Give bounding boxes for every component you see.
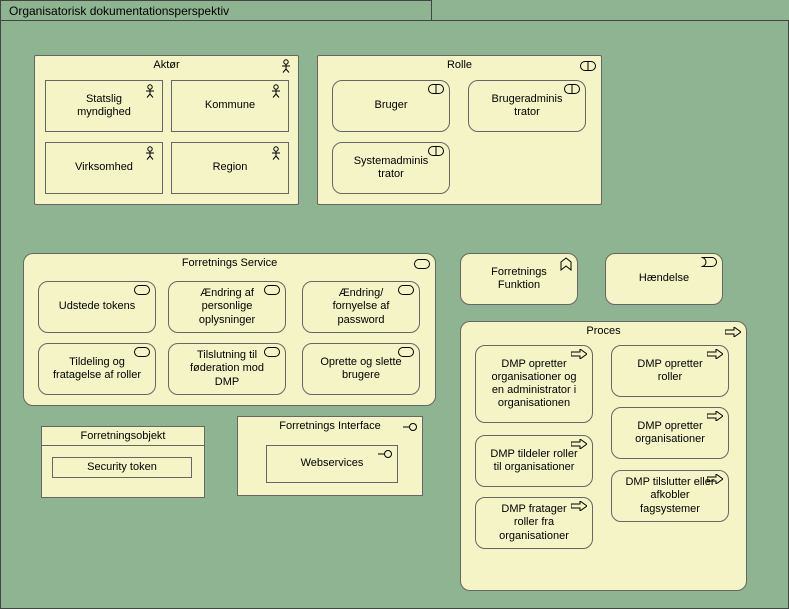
service-icon: [264, 285, 280, 295]
service-aendring: Ændring af personlige oplysninger: [168, 281, 286, 333]
aktor-region-label: Region: [213, 161, 248, 174]
rolle-sysadmin: Systemadminis trator: [332, 142, 450, 194]
forretningsfunktion-label: Forretnings Funktion: [479, 266, 559, 292]
rolle-brugeradmin-label: Brugeradminis trator: [482, 93, 572, 119]
forretningsservice-container: Forretnings Service Udstede tokens Ændri…: [23, 253, 436, 406]
aktor-virksomhed: Virksomhed: [45, 142, 163, 194]
proces-p2-label: DMP opretter roller: [625, 358, 715, 384]
proces-p2: DMP opretter roller: [611, 345, 729, 397]
rolle-bruger: Bruger: [332, 80, 450, 132]
service-tildeling: Tildeling og fratagelse af roller: [38, 343, 156, 395]
forretningsinterface-webservices-label: Webservices: [301, 457, 364, 470]
service-udstede-label: Udstede tokens: [59, 300, 135, 313]
aktor-virksomhed-label: Virksomhed: [75, 161, 133, 174]
service-icon: [264, 347, 280, 357]
service-oprette: Oprette og slette brugere: [302, 343, 420, 395]
interface-icon: [403, 422, 417, 432]
forretningsservice-title: Forretnings Service: [24, 257, 435, 269]
service-icon: [134, 347, 150, 357]
process-icon: [725, 327, 741, 337]
service-tildeling-label: Tildeling og fratagelse af roller: [52, 356, 142, 382]
proces-p3: DMP opretter organisationer: [611, 407, 729, 459]
proces-p5: DMP tilslutter eller afkobler fagsysteme…: [611, 470, 729, 522]
forretningsinterface-container: Forretnings Interface Webservices: [237, 416, 423, 496]
interface-icon: [378, 449, 392, 459]
function-icon: [560, 257, 572, 271]
process-icon: [707, 411, 723, 421]
service-fornyelse-label: Ændring/ fornyelse af password: [316, 287, 406, 327]
role-icon: [564, 84, 580, 94]
actor-icon: [269, 146, 283, 160]
forretningsinterface-webservices: Webservices: [266, 445, 398, 483]
proces-p3-label: DMP opretter organisationer: [625, 420, 715, 446]
service-udstede: Udstede tokens: [38, 281, 156, 333]
aktor-kommune: Kommune: [171, 80, 289, 132]
forretningsobjekt-title: Forretningsobjekt: [42, 427, 204, 446]
service-icon: [398, 347, 414, 357]
actor-icon: [143, 84, 157, 98]
rolle-sysadmin-label: Systemadminis trator: [346, 155, 436, 181]
proces-p5-label: DMP tilslutter eller afkobler fagsysteme…: [625, 476, 715, 516]
service-oprette-label: Oprette og slette brugere: [316, 356, 406, 382]
haendelse-label: Hændelse: [639, 272, 689, 285]
aktor-statslig-label: Statslig myndighed: [64, 93, 144, 119]
forretningsobjekt-security: Security token: [52, 457, 192, 487]
process-icon: [571, 501, 587, 511]
service-icon: [398, 285, 414, 295]
actor-icon: [269, 84, 283, 98]
proces-p6: DMP fratager roller fra organisationer: [475, 497, 593, 549]
service-tilslutning-label: Tilslutning til føderation mod DMP: [182, 349, 272, 389]
forretningsinterface-title: Forretnings Interface: [238, 420, 422, 432]
service-tilslutning: Tilslutning til føderation mod DMP: [168, 343, 286, 395]
role-icon: [428, 146, 444, 156]
proces-p4-label: DMP tildeler roller til organisationer: [489, 448, 579, 474]
rolle-bruger-label: Bruger: [374, 99, 407, 112]
service-icon: [414, 259, 430, 269]
forretningsfunktion: Forretnings Funktion: [460, 253, 578, 305]
aktor-title: Aktør: [35, 59, 298, 71]
role-icon: [428, 84, 444, 94]
process-icon: [571, 439, 587, 449]
aktor-container: Aktør Statslig myndighed Kommune Virksom…: [34, 55, 299, 205]
proces-p1-label: DMP opretter organisationer og en admini…: [487, 358, 582, 411]
proces-title: Proces: [461, 325, 746, 337]
diagram-body: Aktør Statslig myndighed Kommune Virksom…: [0, 20, 789, 609]
process-icon: [707, 474, 723, 484]
service-icon: [134, 285, 150, 295]
rolle-container: Rolle Bruger Brugeradminis trator System…: [317, 55, 602, 205]
actor-icon: [143, 146, 157, 160]
forretningsobjekt-container: Forretningsobjekt Security token: [41, 426, 205, 498]
service-fornyelse: Ændring/ fornyelse af password: [302, 281, 420, 333]
aktor-kommune-label: Kommune: [205, 99, 255, 112]
aktor-region: Region: [171, 142, 289, 194]
haendelse: Hændelse: [605, 253, 723, 305]
process-icon: [571, 349, 587, 359]
aktor-statslig: Statslig myndighed: [45, 80, 163, 132]
service-aendring-label: Ændring af personlige oplysninger: [182, 287, 272, 327]
process-icon: [707, 349, 723, 359]
diagram-canvas: Organisatorisk dokumentationsperspektiv …: [0, 0, 789, 609]
forretningsobjekt-security-label: Security token: [52, 458, 192, 478]
role-icon: [580, 61, 596, 71]
proces-p6-label: DMP fratager roller fra organisationer: [489, 503, 579, 543]
proces-p1: DMP opretter organisationer og en admini…: [475, 345, 593, 423]
actor-icon: [279, 59, 293, 73]
rolle-title: Rolle: [318, 59, 601, 71]
proces-p4: DMP tildeler roller til organisationer: [475, 435, 593, 487]
diagram-title: Organisatorisk dokumentationsperspektiv: [0, 0, 432, 20]
rolle-brugeradmin: Brugeradminis trator: [468, 80, 586, 132]
event-icon: [701, 257, 717, 267]
proces-container: Proces DMP opretter organisationer og en…: [460, 321, 747, 591]
